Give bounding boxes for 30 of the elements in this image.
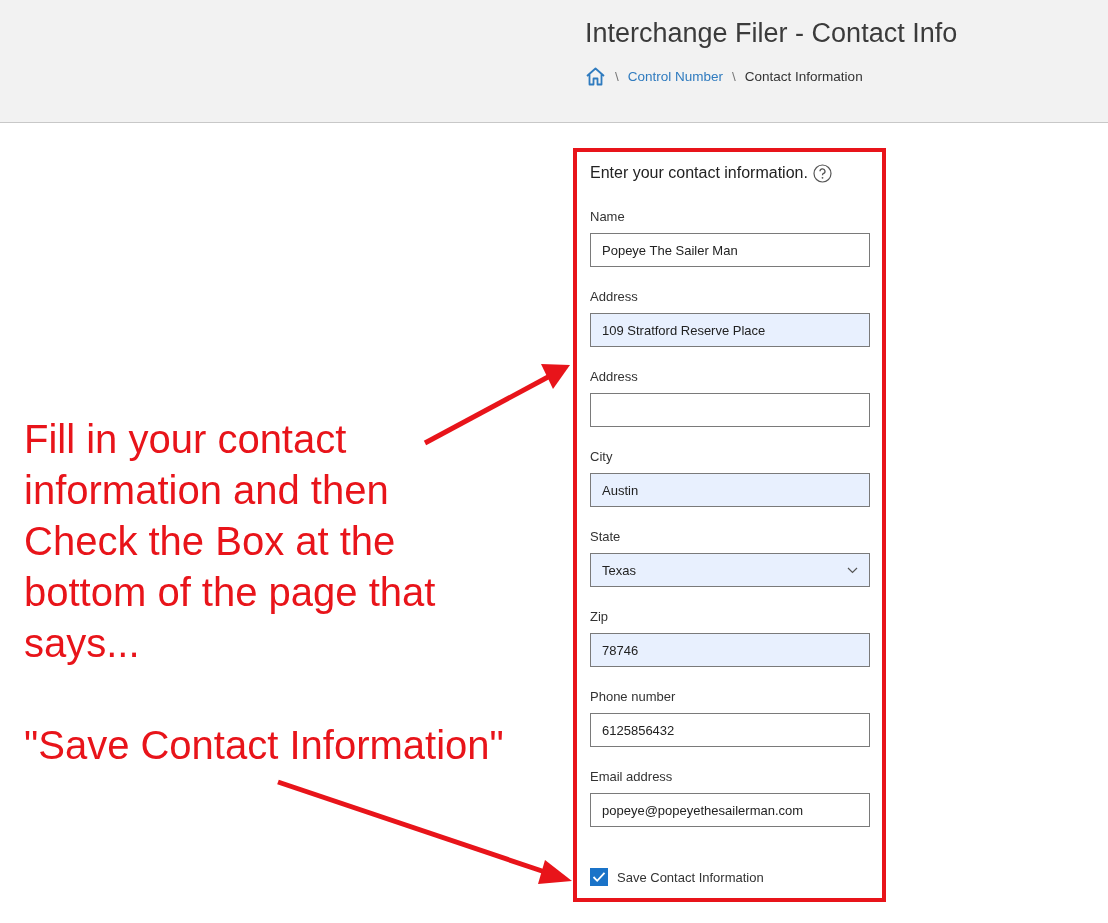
text-field[interactable]: popeye@popeyethesailerman.com bbox=[590, 793, 870, 827]
breadcrumb-current: Contact Information bbox=[744, 69, 863, 84]
field-label: Zip bbox=[590, 608, 609, 625]
field-label: Name bbox=[590, 208, 625, 225]
annotation-text: Fill in your contact information and then Check the Box at the bottom of the page that says... bbox=[24, 416, 437, 667]
field-label: Address bbox=[590, 368, 638, 385]
text-field[interactable] bbox=[590, 393, 870, 427]
checkbox-label[interactable]: Save Contact Information bbox=[617, 869, 764, 885]
help-icon[interactable] bbox=[812, 163, 832, 183]
annotation-text: "Save Contact Information" bbox=[24, 722, 504, 769]
text-field[interactable]: 78746 bbox=[590, 633, 870, 667]
chevron-down-icon bbox=[847, 566, 858, 574]
breadcrumb-link[interactable]: Control Number bbox=[627, 69, 724, 84]
page-title: Interchange Filer - Contact Info bbox=[585, 17, 958, 50]
home-icon[interactable] bbox=[585, 67, 606, 86]
field-label: Email address bbox=[590, 768, 673, 785]
form-heading: Enter your contact information. bbox=[590, 164, 808, 182]
field-label: City bbox=[590, 448, 613, 465]
field-label: Phone number bbox=[590, 688, 676, 705]
text-field[interactable]: Popeye The Sailer Man bbox=[590, 233, 870, 267]
checkbox[interactable] bbox=[590, 868, 608, 886]
field-label: State bbox=[590, 528, 621, 545]
check-icon bbox=[592, 871, 606, 883]
text-field[interactable]: 6125856432 bbox=[590, 713, 870, 747]
text-field[interactable]: Austin bbox=[590, 473, 870, 507]
field-label: Address bbox=[590, 288, 638, 305]
text-field[interactable]: 109 Stratford Reserve Place bbox=[590, 313, 870, 347]
breadcrumb-separator: \ bbox=[615, 69, 619, 84]
breadcrumb-separator: \ bbox=[732, 69, 736, 84]
dropdown[interactable]: Texas bbox=[590, 553, 870, 587]
